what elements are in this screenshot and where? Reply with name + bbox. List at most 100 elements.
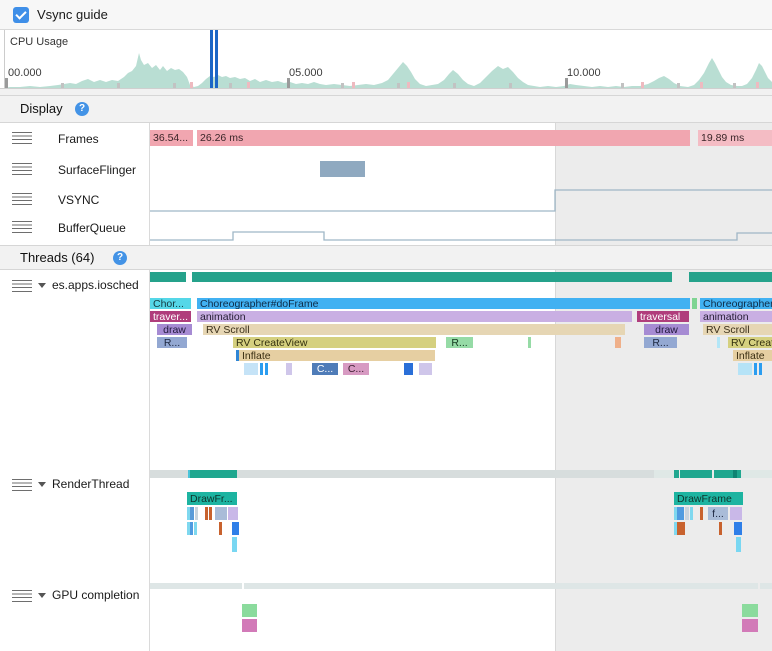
gpu-completion-segment[interactable] xyxy=(242,604,257,617)
thread-state-segment[interactable] xyxy=(654,470,674,478)
trace-segment[interactable] xyxy=(195,507,198,520)
trace-segment[interactable] xyxy=(228,507,238,520)
gpu-trace-row[interactable] xyxy=(0,604,772,617)
display-section-header[interactable]: Display ? xyxy=(0,95,772,123)
trace-segment[interactable]: animation xyxy=(197,311,632,322)
iosched-trace-row[interactable]: R...RV CreateViewR...R...RV CreateView xyxy=(0,337,772,348)
trace-segment[interactable] xyxy=(730,507,742,520)
trace-segment[interactable]: RV CreateView xyxy=(233,337,436,348)
trace-segment[interactable]: R... xyxy=(157,337,187,348)
trace-segment[interactable] xyxy=(209,507,212,520)
track-handle-icon[interactable] xyxy=(12,590,32,602)
thread-state-segment[interactable] xyxy=(150,583,242,589)
axis-major-tick[interactable] xyxy=(287,78,290,88)
frame-duration-segment[interactable]: 36.54... xyxy=(150,130,193,146)
track-handle-icon[interactable] xyxy=(12,479,32,491)
trace-segment[interactable] xyxy=(734,522,742,535)
thread-state-segment[interactable] xyxy=(150,272,186,282)
trace-segment[interactable]: DrawFr... xyxy=(187,492,237,505)
trace-segment[interactable] xyxy=(690,507,693,520)
trace-segment[interactable] xyxy=(219,522,222,535)
trace-segment[interactable] xyxy=(736,537,741,552)
thread-state-segment[interactable] xyxy=(244,583,758,589)
trace-segment[interactable] xyxy=(685,507,689,520)
trace-segment[interactable]: f... xyxy=(708,507,728,520)
selection-edge[interactable] xyxy=(555,122,556,651)
track-handle-icon[interactable] xyxy=(12,163,32,175)
trace-segment[interactable] xyxy=(232,537,237,552)
trace-segment[interactable] xyxy=(286,363,292,375)
axis-major-tick[interactable] xyxy=(565,78,568,88)
renderthread-trace-row[interactable] xyxy=(0,537,772,552)
trace-segment[interactable] xyxy=(700,507,703,520)
trace-segment[interactable] xyxy=(215,507,227,520)
trace-segment[interactable] xyxy=(528,337,531,348)
iosched-trace-row[interactable]: C...C... xyxy=(0,363,772,375)
track-handle-icon[interactable] xyxy=(12,193,32,205)
thread-state-segment[interactable] xyxy=(680,470,712,478)
track-handle-icon[interactable] xyxy=(12,280,32,292)
trace-segment[interactable] xyxy=(692,298,697,309)
surfaceflinger-segment[interactable] xyxy=(320,161,365,177)
trace-segment[interactable]: Inflate xyxy=(239,350,435,361)
trace-segment[interactable] xyxy=(615,337,621,348)
iosched-trace-row[interactable]: traver... animation traversal animation xyxy=(0,311,772,322)
threads-section-header[interactable]: Threads (64) ? xyxy=(0,245,772,270)
trace-segment[interactable]: Chor... xyxy=(150,298,191,309)
iosched-trace-row[interactable]: drawRV ScrolldrawRV Scroll xyxy=(0,324,772,335)
renderthread-trace-row[interactable]: f... xyxy=(0,507,772,520)
trace-segment[interactable] xyxy=(232,522,239,535)
trace-segment[interactable]: Choreographer#doFrame xyxy=(197,298,690,309)
trace-segment[interactable] xyxy=(754,363,757,375)
thread-state-segment[interactable] xyxy=(190,470,237,478)
thread-state-segment[interactable] xyxy=(192,272,672,282)
track-handle-icon[interactable] xyxy=(12,221,32,233)
trace-segment[interactable]: R... xyxy=(644,337,677,348)
trace-segment[interactable]: DrawFrame xyxy=(674,492,743,505)
trace-segment[interactable]: C... xyxy=(312,363,338,375)
trace-segment[interactable]: draw xyxy=(157,324,192,335)
frames-track[interactable]: 36.54...26.26 ms19.89 ms xyxy=(0,130,772,146)
trace-segment[interactable] xyxy=(677,507,684,520)
thread-state-segment[interactable] xyxy=(689,272,772,282)
trace-segment[interactable]: Choreographer#doFrame xyxy=(700,298,772,309)
iosched-trace-row[interactable]: Chor... Choreographer#doFrame Choreographe… xyxy=(0,298,772,309)
trace-segment[interactable] xyxy=(190,507,194,520)
trace-segment[interactable] xyxy=(190,522,193,535)
thread-state-segment[interactable] xyxy=(237,470,654,478)
trace-segment[interactable] xyxy=(205,507,208,520)
trace-segment[interactable]: animation xyxy=(700,311,772,322)
trace-segment[interactable]: RV CreateView xyxy=(728,337,772,348)
trace-segment[interactable] xyxy=(759,363,762,375)
help-icon[interactable]: ? xyxy=(75,102,89,116)
thread-state-segment[interactable] xyxy=(674,470,679,478)
trace-segment[interactable] xyxy=(419,363,432,375)
trace-segment[interactable] xyxy=(194,522,197,535)
frame-duration-segment[interactable]: 19.89 ms xyxy=(698,130,772,146)
thread-expander-icon[interactable] xyxy=(38,482,46,487)
track-handle-icon[interactable] xyxy=(12,132,32,144)
trace-segment[interactable] xyxy=(717,337,720,348)
renderthread-trace-row[interactable]: DrawFr... DrawFrame xyxy=(0,492,772,505)
trace-segment[interactable] xyxy=(677,522,685,535)
trace-segment[interactable]: RV Scroll xyxy=(703,324,772,335)
axis-major-tick[interactable] xyxy=(5,78,8,88)
gpu-completion-segment[interactable] xyxy=(242,619,257,632)
gpu-completion-segment[interactable] xyxy=(742,619,758,632)
thread-state-segment[interactable] xyxy=(760,583,772,589)
column-divider[interactable] xyxy=(149,122,150,651)
thread-expander-icon[interactable] xyxy=(38,593,46,598)
trace-segment[interactable]: traver... xyxy=(150,311,191,322)
trace-segment[interactable] xyxy=(265,363,268,375)
trace-segment[interactable]: RV Scroll xyxy=(203,324,625,335)
iosched-trace-row[interactable]: Inflate Inflate xyxy=(0,350,772,361)
thread-state-segment[interactable] xyxy=(741,470,772,478)
trace-segment[interactable] xyxy=(244,363,258,375)
trace-segment[interactable]: traversal xyxy=(637,311,689,322)
trace-segment[interactable] xyxy=(260,363,263,375)
gpu-trace-row[interactable] xyxy=(0,619,772,632)
thread-state-segment[interactable] xyxy=(150,470,188,478)
gpu-completion-segment[interactable] xyxy=(742,604,758,617)
renderthread-trace-row[interactable] xyxy=(0,522,772,535)
trace-segment[interactable]: Inflate xyxy=(733,350,772,361)
